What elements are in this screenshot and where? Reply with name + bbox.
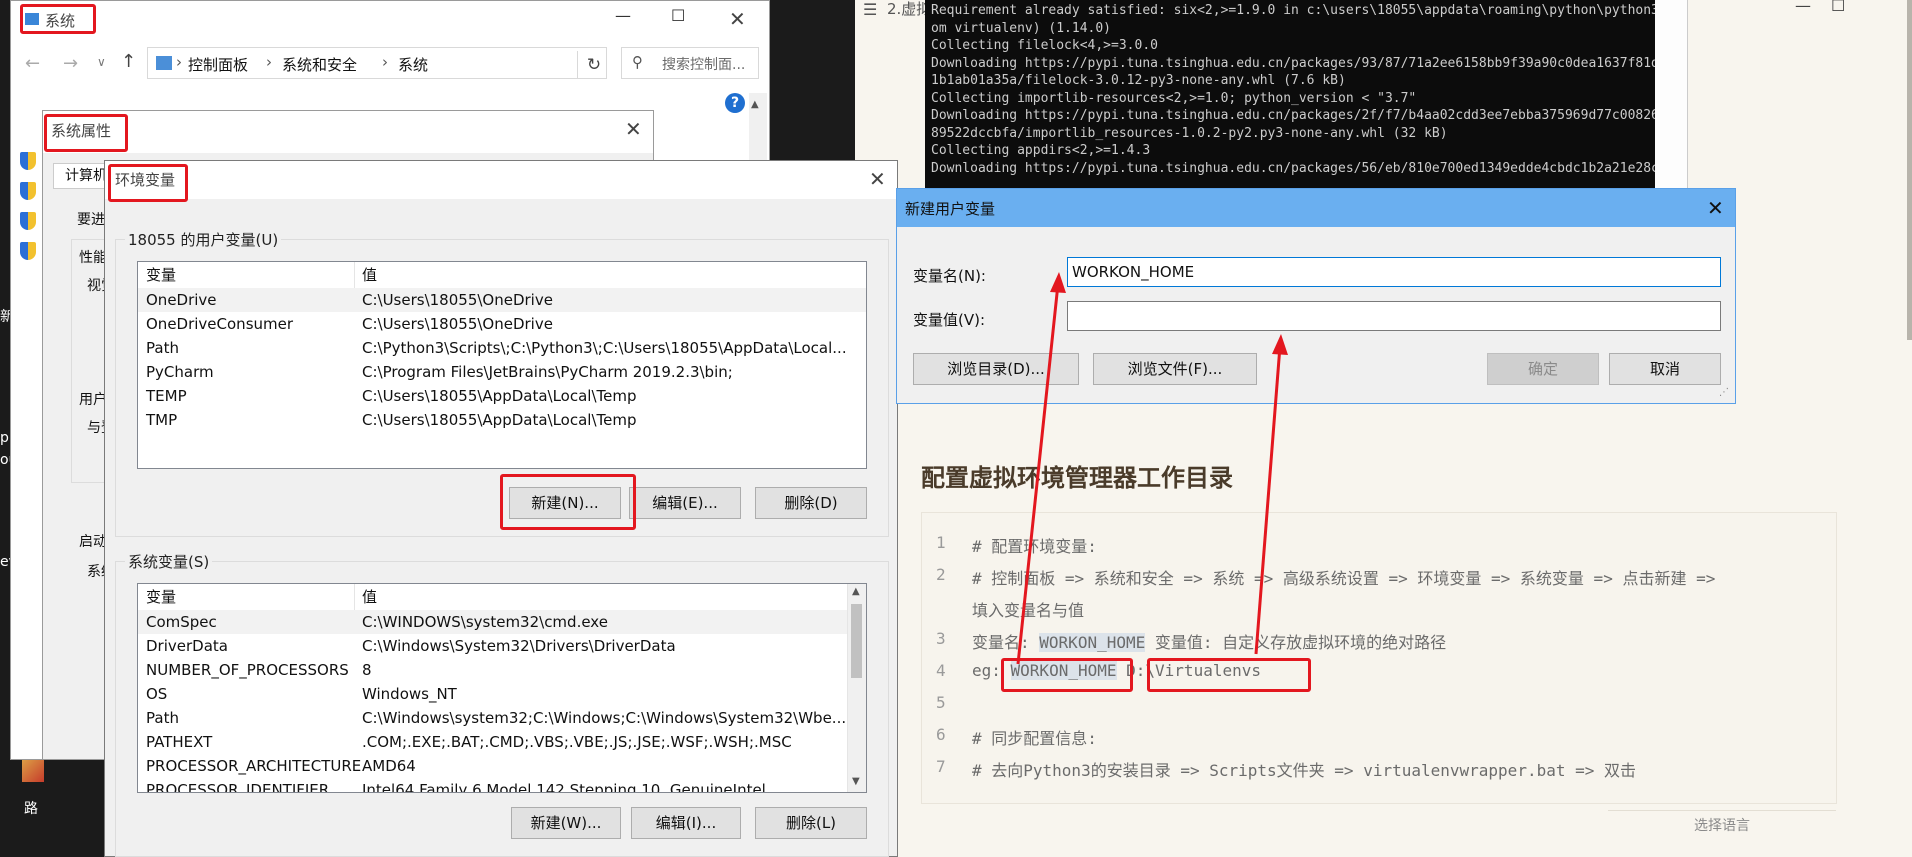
arrow-line: [1016, 283, 1060, 665]
arrow-head: [1050, 272, 1066, 293]
annotation-arrows: [1016, 272, 1288, 665]
arrow-head: [1272, 334, 1288, 355]
arrow-line: [1254, 345, 1282, 655]
